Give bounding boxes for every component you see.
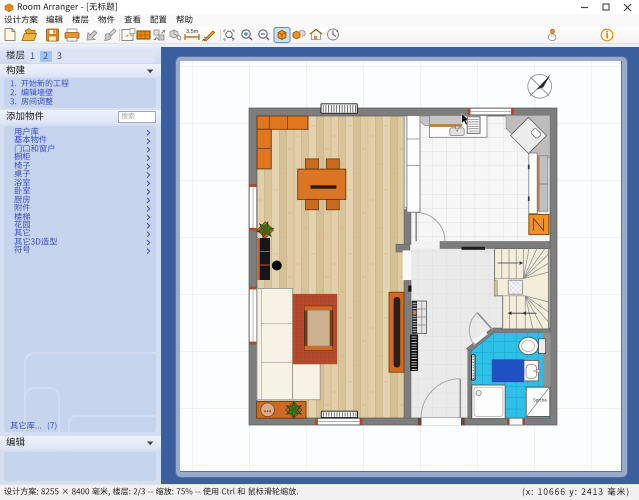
svg-text:Sprcha: Sprcha [533, 398, 547, 403]
